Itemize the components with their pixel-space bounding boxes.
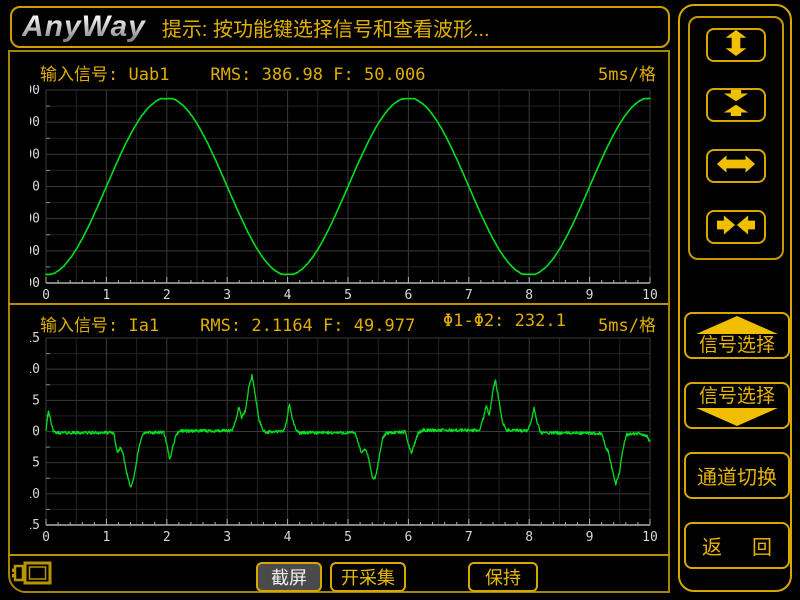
current-waveform-chart: 151050-5-10-15012345678910 bbox=[30, 330, 660, 550]
phase-label: Φ1-Φ2: bbox=[443, 311, 504, 331]
back-label-left: 返 bbox=[702, 531, 722, 560]
svg-text:-200: -200 bbox=[30, 212, 40, 227]
compress-horizontal-icon bbox=[716, 212, 756, 243]
svg-text:0: 0 bbox=[32, 425, 40, 440]
svg-text:5: 5 bbox=[32, 393, 40, 408]
compress-horizontal-button[interactable] bbox=[706, 210, 766, 244]
title-bar: AnyWay 提示: 按功能键选择信号和查看波形... bbox=[10, 6, 670, 48]
freq-value: 50.006 bbox=[364, 65, 425, 85]
svg-text:7: 7 bbox=[465, 288, 473, 303]
svg-text:5: 5 bbox=[344, 288, 352, 303]
svg-text:0: 0 bbox=[42, 288, 50, 303]
voltage-waveform-chart: 6004002000-200-400-600012345678910 bbox=[30, 85, 660, 303]
svg-text:10: 10 bbox=[642, 288, 658, 303]
svg-text:200: 200 bbox=[30, 147, 40, 162]
svg-text:0: 0 bbox=[42, 530, 50, 545]
statusbar-divider bbox=[8, 554, 670, 556]
svg-text:7: 7 bbox=[465, 530, 473, 545]
input-signal-label: 输入信号: bbox=[40, 316, 118, 336]
svg-text:15: 15 bbox=[30, 331, 40, 346]
anyway-logo: AnyWay bbox=[22, 10, 146, 44]
start-acquire-button[interactable]: 开采集 bbox=[330, 562, 406, 592]
signal-select-down-label: 信号选择 bbox=[699, 386, 775, 407]
freq-value: 49.977 bbox=[354, 316, 415, 336]
svg-text:-600: -600 bbox=[30, 276, 40, 291]
current-timebase: 5ms/格 bbox=[598, 311, 656, 336]
expand-horizontal-icon bbox=[716, 151, 756, 182]
rms-label: RMS: bbox=[210, 65, 251, 85]
freq-label: F: bbox=[323, 316, 343, 336]
svg-text:9: 9 bbox=[586, 530, 594, 545]
voltage-panel-header: 输入信号: Uab1 RMS: 386.98 F: 50.006 bbox=[40, 60, 425, 85]
compress-vertical-icon bbox=[716, 90, 756, 121]
rms-value: 2.1164 bbox=[251, 316, 312, 336]
phase-value: 232.1 bbox=[515, 311, 566, 331]
expand-vertical-icon bbox=[716, 30, 756, 61]
hint-text: 提示: 按功能键选择信号和查看波形... bbox=[162, 13, 490, 42]
svg-text:3: 3 bbox=[223, 530, 231, 545]
signal-name: Ia1 bbox=[129, 316, 160, 336]
back-button[interactable]: 返 回 bbox=[684, 522, 790, 569]
svg-text:5: 5 bbox=[344, 530, 352, 545]
signal-select-up-button[interactable]: 信号选择 bbox=[684, 312, 790, 359]
svg-text:2: 2 bbox=[163, 288, 171, 303]
device-screen: AnyWay 提示: 按功能键选择信号和查看波形... 输入信号: Uab1 R… bbox=[0, 0, 800, 600]
screenshot-button[interactable]: 截屏 bbox=[256, 562, 322, 592]
expand-vertical-button[interactable] bbox=[706, 28, 766, 62]
svg-text:-10: -10 bbox=[30, 487, 40, 502]
svg-text:1: 1 bbox=[102, 530, 110, 545]
svg-text:9: 9 bbox=[586, 288, 594, 303]
freq-label: F: bbox=[333, 65, 353, 85]
svg-text:3: 3 bbox=[223, 288, 231, 303]
phase-readout: Φ1-Φ2: 232.1 bbox=[443, 311, 566, 331]
triangle-up-icon bbox=[693, 316, 781, 335]
panel-divider bbox=[8, 303, 670, 305]
svg-text:600: 600 bbox=[30, 85, 40, 98]
battery-icon bbox=[12, 560, 52, 591]
svg-text:-15: -15 bbox=[30, 518, 40, 533]
svg-text:-5: -5 bbox=[30, 456, 40, 471]
svg-text:2: 2 bbox=[163, 530, 171, 545]
svg-text:1: 1 bbox=[102, 288, 110, 303]
channel-switch-button[interactable]: 通道切换 bbox=[684, 452, 790, 499]
back-label-right: 回 bbox=[752, 531, 772, 560]
expand-horizontal-button[interactable] bbox=[706, 149, 766, 183]
svg-text:8: 8 bbox=[525, 530, 533, 545]
svg-text:6: 6 bbox=[404, 288, 412, 303]
svg-text:4: 4 bbox=[284, 288, 292, 303]
svg-text:6: 6 bbox=[404, 530, 412, 545]
hold-button[interactable]: 保持 bbox=[468, 562, 538, 592]
current-panel-header: 输入信号: Ia1 RMS: 2.1164 F: 49.977 bbox=[40, 311, 415, 336]
signal-select-down-button[interactable]: 信号选择 bbox=[684, 382, 790, 429]
channel-switch-label: 通道切换 bbox=[697, 461, 777, 490]
svg-text:0: 0 bbox=[32, 180, 40, 195]
rms-value: 386.98 bbox=[262, 65, 323, 85]
voltage-timebase: 5ms/格 bbox=[598, 60, 656, 85]
signal-select-up-label: 信号选择 bbox=[699, 335, 775, 356]
svg-text:400: 400 bbox=[30, 115, 40, 130]
svg-text:8: 8 bbox=[525, 288, 533, 303]
svg-text:10: 10 bbox=[642, 530, 658, 545]
svg-text:-400: -400 bbox=[30, 244, 40, 259]
signal-name: Uab1 bbox=[129, 65, 170, 85]
input-signal-label: 输入信号: bbox=[40, 65, 118, 85]
svg-text:4: 4 bbox=[284, 530, 292, 545]
triangle-down-icon bbox=[693, 407, 781, 426]
rms-label: RMS: bbox=[200, 316, 241, 336]
compress-vertical-button[interactable] bbox=[706, 88, 766, 122]
svg-text:10: 10 bbox=[30, 362, 40, 377]
